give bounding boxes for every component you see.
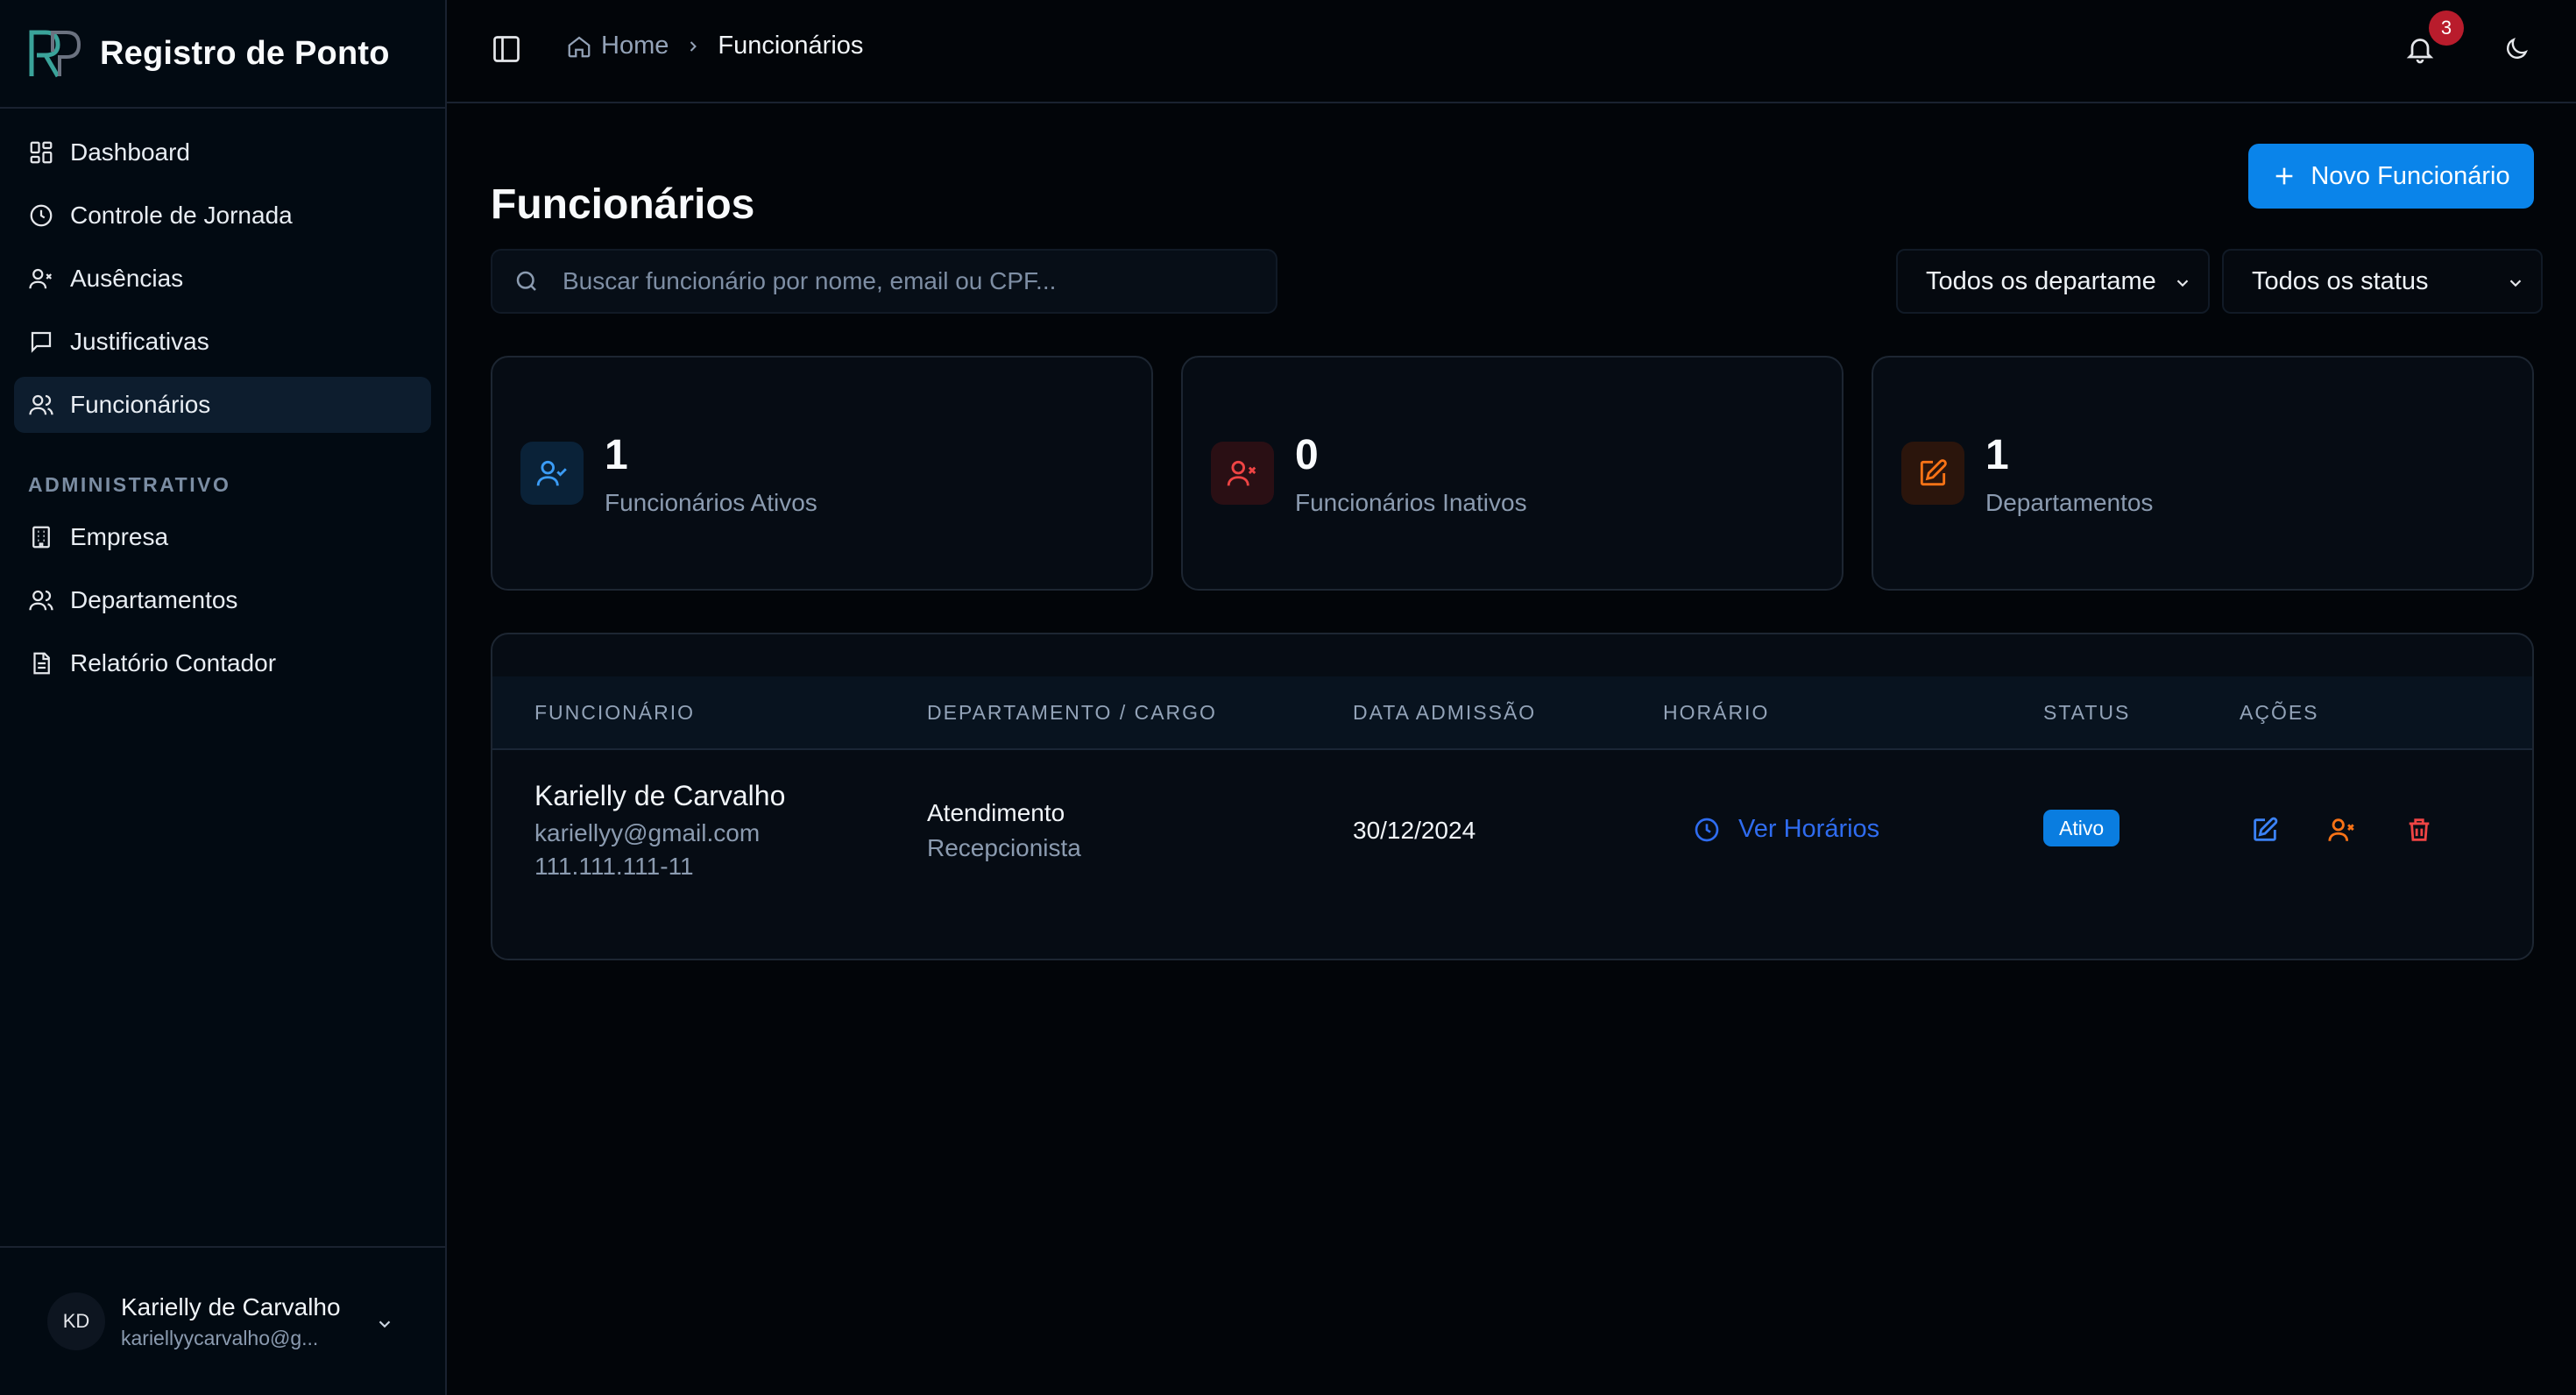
chevron-down-icon	[2509, 280, 2522, 287]
sidebar-item-departamentos[interactable]: Departamentos	[14, 572, 431, 628]
stat-icon-box	[1901, 442, 1964, 505]
search-input[interactable]	[561, 266, 1248, 296]
sidebar-item-label: Dashboard	[70, 138, 190, 166]
department-cell: Atendimento Recepcionista	[927, 799, 1081, 862]
users-icon	[29, 394, 53, 415]
sidebar: Registro de Ponto Dashboard Controle de …	[0, 0, 447, 1395]
column-header: HORÁRIO	[1663, 701, 1770, 724]
trash-icon[interactable]	[2404, 815, 2434, 845]
search-icon	[516, 271, 536, 291]
dashboard-icon	[30, 141, 53, 164]
department-filter[interactable]: Todos os departame	[1896, 249, 2210, 314]
sidebar-item-label: Departamentos	[70, 586, 238, 613]
user-menu[interactable]: KD Karielly de Carvalho kariellyycarvalh…	[0, 1246, 445, 1395]
status-filter[interactable]: Todos os status	[2222, 249, 2543, 314]
column-header: AÇÕES	[2240, 701, 2319, 724]
page-title: Funcionários	[491, 181, 755, 229]
clock-icon	[30, 204, 53, 227]
department-name: Atendimento	[927, 799, 1065, 826]
edit-icon[interactable]	[2250, 815, 2280, 845]
stat-value: 1	[1985, 432, 2009, 478]
clock-icon	[1695, 818, 1719, 841]
employee-email: kariellyy@gmail.com	[534, 819, 761, 846]
department-filter-value: Todos os departame	[1926, 266, 2156, 295]
employee-role: Recepcionista	[927, 834, 1081, 861]
new-employee-button[interactable]: Novo Funcionário	[2248, 144, 2534, 209]
building-icon	[32, 526, 50, 549]
sidebar-item-controle-jornada[interactable]: Controle de Jornada	[14, 188, 431, 244]
new-employee-label: Novo Funcionário	[2311, 161, 2510, 190]
logo-icon	[29, 30, 81, 78]
sidebar-item-label: Justificativas	[70, 328, 209, 355]
avatar: KD	[47, 1292, 105, 1350]
sidebar-item-ausencias[interactable]: Ausências	[14, 251, 431, 307]
sidebar-item-label: Relatório Contador	[70, 649, 277, 676]
main-nav: Dashboard Controle de Jornada Ausências …	[0, 109, 445, 691]
section-label-administrativo: ADMINISTRATIVO	[28, 473, 231, 496]
stat-value: 1	[605, 432, 628, 478]
breadcrumb-current: Funcionários	[718, 32, 864, 60]
deactivate-user-icon[interactable]	[2327, 815, 2357, 845]
user-info: Karielly de Carvalho kariellyycarvalho@g…	[121, 1293, 341, 1350]
view-schedule-label: Ver Horários	[1738, 815, 1880, 843]
stat-label: Funcionários Ativos	[605, 489, 817, 516]
sidebar-item-label: Ausências	[70, 265, 184, 292]
topbar: Home Funcionários 3	[447, 0, 2576, 103]
message-icon	[31, 331, 52, 353]
stat-icon-box	[1211, 442, 1274, 505]
stat-card-inactive: 0 Funcionários Inativos	[1181, 356, 1844, 591]
user-x-icon	[29, 268, 53, 289]
admission-date: 30/12/2024	[1353, 817, 1476, 844]
sidebar-item-label: Funcionários	[70, 391, 211, 418]
stat-label: Departamentos	[1985, 489, 2154, 516]
employee-cell: Karielly de Carvalho kariellyy@gmail.com…	[534, 780, 785, 881]
chevron-right-icon	[690, 40, 697, 52]
status-cell: Ativo	[2043, 810, 2120, 846]
home-icon	[568, 36, 591, 57]
employee-name: Karielly de Carvalho	[534, 780, 786, 811]
column-header: DATA ADMISSÃO	[1353, 701, 1537, 724]
stat-label: Funcionários Inativos	[1295, 489, 1527, 516]
stat-icon-box	[520, 442, 584, 505]
employees-table: FUNCIONÁRIO DEPARTAMENTO / CARGO DATA AD…	[491, 633, 2534, 960]
main-content: Home Funcionários 3 Funcionários Novo Fu…	[447, 0, 2576, 1395]
stat-value: 0	[1295, 432, 1319, 478]
view-schedule-link[interactable]: Ver Horários	[1693, 815, 1879, 844]
sidebar-item-label: Controle de Jornada	[70, 202, 293, 229]
sidebar-item-label: Empresa	[70, 523, 169, 550]
chevron-down-icon	[379, 1321, 391, 1328]
stat-card-departments: 1 Departamentos	[1872, 356, 2534, 591]
edit-icon	[1920, 459, 1947, 486]
breadcrumb: Home Funcionários	[566, 32, 863, 60]
sidebar-item-relatorio-contador[interactable]: Relatório Contador	[14, 635, 431, 691]
plus-icon	[2276, 167, 2293, 185]
notification-badge: 3	[2429, 11, 2464, 46]
column-header: STATUS	[2043, 701, 2131, 724]
user-check-icon	[536, 460, 567, 486]
sidebar-item-dashboard[interactable]: Dashboard	[14, 124, 431, 181]
search-box	[491, 249, 1277, 314]
moon-icon[interactable]	[2502, 35, 2530, 63]
brand[interactable]: Registro de Ponto	[0, 0, 445, 109]
user-email: kariellyycarvalho@g...	[121, 1326, 319, 1349]
status-filter-value: Todos os status	[2252, 266, 2429, 295]
sidebar-item-funcionarios[interactable]: Funcionários	[14, 377, 431, 433]
user-x-icon	[1227, 460, 1256, 486]
column-header: DEPARTAMENTO / CARGO	[927, 701, 1217, 724]
table-header: FUNCIONÁRIO DEPARTAMENTO / CARGO DATA AD…	[492, 676, 2532, 750]
sidebar-item-empresa[interactable]: Empresa	[14, 509, 431, 565]
file-text-icon	[33, 652, 50, 675]
stat-card-active: 1 Funcionários Ativos	[491, 356, 1153, 591]
app-title: Registro de Ponto	[100, 34, 390, 72]
employee-cpf: 111.111.111-11	[534, 853, 694, 880]
sidebar-toggle-icon[interactable]	[491, 33, 522, 65]
status-badge: Ativo	[2043, 810, 2120, 846]
user-name: Karielly de Carvalho	[121, 1292, 341, 1321]
column-header: FUNCIONÁRIO	[534, 701, 695, 724]
breadcrumb-home-link[interactable]: Home	[601, 32, 669, 60]
users-icon	[29, 590, 53, 611]
chevron-down-icon	[2176, 280, 2189, 287]
sidebar-item-justificativas[interactable]: Justificativas	[14, 314, 431, 370]
